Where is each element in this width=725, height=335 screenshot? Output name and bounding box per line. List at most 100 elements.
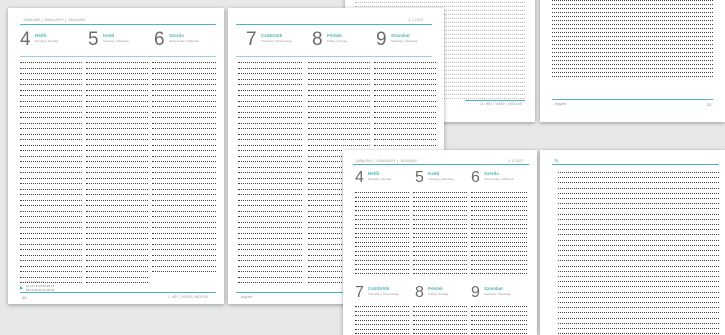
ruled-line [413, 201, 467, 202]
ruled-line [558, 281, 719, 283]
ruled-line [355, 232, 409, 234]
ruled-line [558, 322, 719, 324]
ruled-line [20, 194, 82, 195]
ruled-line [558, 224, 719, 225]
ruled-line [558, 213, 719, 215]
ruled-line [552, 64, 713, 65]
ruled-line [20, 89, 82, 91]
ruled-line [238, 265, 302, 267]
ruled-line [152, 89, 216, 91]
ruled-line [20, 221, 82, 223]
ruled-line [308, 73, 370, 74]
days-rule [20, 56, 216, 57]
day-subtitle: Saturday | Samstag [484, 292, 511, 296]
ruled-line [238, 172, 302, 173]
header-rule [353, 164, 529, 165]
ruled-line [558, 286, 719, 288]
ruled-line [558, 198, 719, 199]
day-header-monday: 4 Hétfő Monday | Montag [20, 30, 82, 52]
ruled-line [20, 95, 82, 96]
ruled-line [20, 166, 82, 168]
ruled-lines-friday [413, 306, 467, 335]
ruled-line [20, 188, 82, 190]
ruled-line [374, 100, 436, 102]
ruled-line [20, 139, 82, 140]
ruled-line [238, 243, 302, 245]
ruled-line [86, 254, 148, 256]
ruled-line [308, 78, 370, 80]
ruled-line [238, 177, 302, 179]
day-number: 7 [355, 284, 364, 301]
ruled-line [374, 89, 436, 91]
day-header-monday: 4 Hétfő Monday | Montag [355, 168, 411, 188]
ruled-line [238, 133, 302, 135]
day-number: 9 [471, 284, 480, 301]
ruled-line [152, 194, 216, 195]
ruled-line [86, 194, 148, 195]
ruled-lines-thursday [238, 62, 302, 284]
ruled-line [355, 228, 409, 229]
ruled-line [86, 166, 148, 168]
ruled-line [20, 73, 82, 74]
day-name: Hétfő [35, 33, 47, 38]
ruled-line [471, 232, 527, 234]
ruled-line [355, 250, 409, 252]
ruled-line [152, 100, 216, 102]
page-number: 22 [22, 295, 27, 300]
ruled-line [86, 183, 148, 184]
ruled-line [238, 271, 302, 272]
day-number: 6 [154, 29, 165, 50]
ruled-line [152, 161, 216, 162]
ruled-line [20, 172, 82, 173]
ruled-line [238, 161, 302, 162]
ruled-line [558, 203, 719, 205]
ruled-line [558, 328, 719, 329]
ruled-line [20, 232, 82, 234]
ruled-line [86, 89, 148, 91]
ruled-line [20, 260, 82, 261]
mini-calendar: 4 5 6 7 8 9 10 11 12 13 14 15 16 17 18 1… [26, 280, 55, 292]
ruled-line [20, 144, 82, 146]
day-number: 9 [376, 29, 387, 50]
ruled-lines-monday [20, 62, 82, 284]
ruled-line [238, 89, 302, 91]
ruled-line [152, 238, 216, 239]
day-name: Péntek [428, 286, 443, 291]
ruled-line [86, 271, 148, 272]
ruled-line [471, 315, 527, 316]
footer-notes-label: Jegyzet [554, 102, 567, 106]
ruled-line [471, 268, 527, 270]
day-subtitle: Thursday | Donnerstag [368, 292, 399, 296]
ruled-line [20, 249, 82, 250]
ruled-line [152, 84, 216, 85]
ruled-line [413, 210, 467, 211]
background-planner-page-top-right: Jegyzet 22 [540, 0, 725, 122]
ruled-line [558, 208, 719, 210]
ruled-line [238, 238, 302, 239]
ruled-line [558, 177, 719, 179]
ruled-line [86, 188, 148, 190]
days-rule [236, 56, 432, 57]
ruled-line [20, 227, 82, 228]
ruled-line [558, 250, 719, 251]
ruled-line [355, 205, 409, 207]
ruled-line [471, 250, 527, 252]
ruled-line [238, 183, 302, 184]
ruled-line [471, 310, 527, 312]
ruled-line [308, 106, 370, 107]
ruled-line [471, 196, 527, 198]
ruled-line [86, 216, 148, 217]
ruled-line [238, 199, 302, 201]
day-header-saturday: 9 Szombat Saturday | Samstag [471, 283, 527, 303]
day-header-tuesday: 5 Kedd Tuesday | Dienstag [415, 168, 471, 188]
ruled-line [413, 268, 467, 270]
day-header-friday: 8 Péntek Friday | Freitag [312, 30, 374, 52]
footer-rule [20, 292, 216, 293]
ruled-notes-lines [558, 172, 719, 335]
ruled-line [355, 210, 409, 211]
ruled-line [86, 282, 148, 283]
ruled-line [238, 73, 302, 74]
ruled-line [471, 214, 527, 216]
ruled-line [413, 192, 467, 193]
ruled-line [374, 106, 436, 107]
